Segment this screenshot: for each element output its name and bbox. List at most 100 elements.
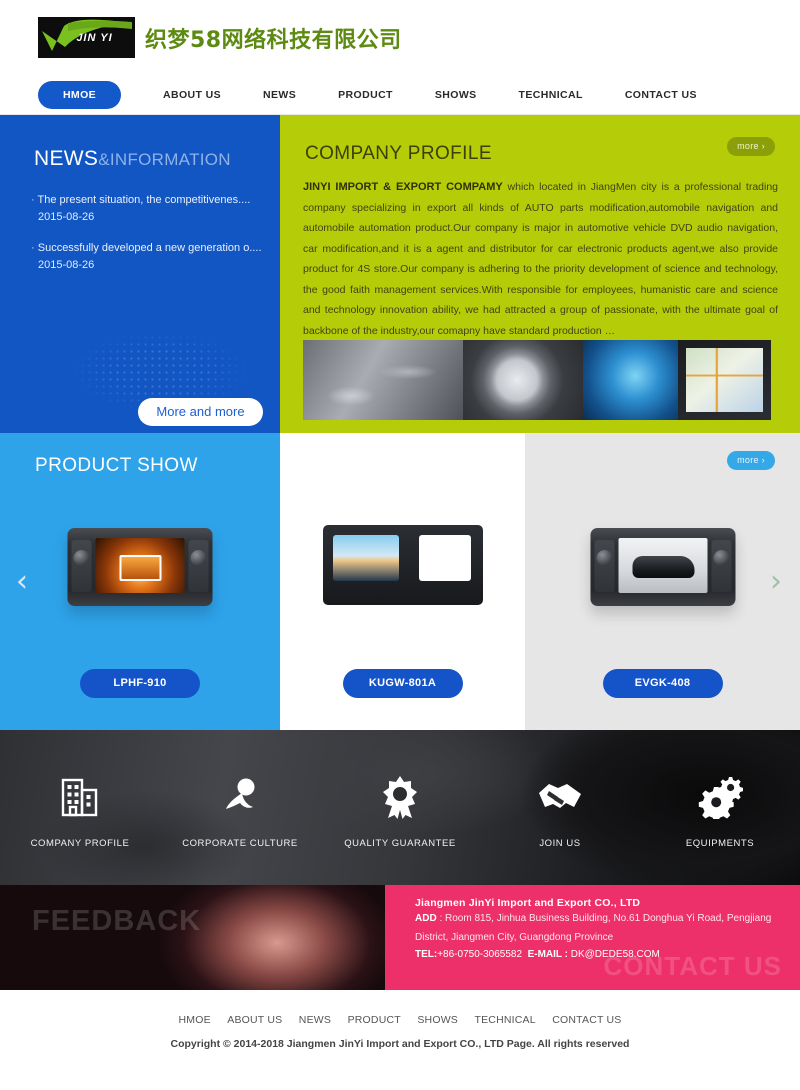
list-item[interactable]: Successfully developed a new generation … (31, 241, 280, 271)
feature-corporate-culture[interactable]: CORPORATE CULTURE (160, 772, 320, 849)
product-show-title: PRODUCT SHOW (35, 455, 198, 476)
contact-company-name: Jiangmen JinYi Import and Export CO., LT… (415, 897, 641, 909)
nav-item-contact-us[interactable]: CONTACT US (625, 89, 697, 101)
dvd-side-buttons (71, 540, 92, 592)
dvd-side-buttons (594, 540, 614, 592)
product-name-button-2[interactable]: KUGW-801A (342, 669, 463, 698)
product-card-2: KUGW-801A (280, 433, 525, 730)
contact-tel-label: TEL: (415, 949, 438, 960)
company-profile-body: which located in JiangMen city is a prof… (303, 181, 779, 337)
banner-tools-segment (303, 340, 463, 420)
building-icon (0, 772, 160, 822)
footer-nav-product[interactable]: PRODUCT (348, 1014, 401, 1026)
dvd-side-buttons (711, 540, 731, 592)
feedback-contact-row: FEEDBACK CONTACT US Jiangmen JinYi Impor… (0, 885, 800, 990)
product-show-more-button[interactable]: more › (727, 451, 775, 470)
contact-email-label: E-MAIL : (527, 949, 568, 960)
footer-navigation: HMOE ABOUT US NEWS PRODUCT SHOWS TECHNIC… (0, 1010, 800, 1028)
feature-label: EQUIPMENTS (685, 838, 755, 849)
award-ribbon-icon (320, 772, 480, 822)
feature-label: JOIN US (539, 838, 581, 849)
company-profile-banner-image (303, 340, 771, 420)
company-profile-panel: COMPANY PROFILE more › JINYI IMPORT & EX… (280, 115, 800, 433)
product-image-2 (322, 525, 483, 605)
site-footer: HMOE ABOUT US NEWS PRODUCT SHOWS TECHNIC… (0, 990, 800, 1090)
dvd-side-buttons (188, 540, 209, 592)
site-header: JIN YI 织梦58网络科技有限公司 HMOE ABOUT US NEWS P… (0, 0, 800, 115)
news-heading: NEWS&INFORMATION (34, 147, 280, 171)
dvd-knob (73, 550, 90, 566)
nav-item-product[interactable]: PRODUCT (338, 89, 393, 101)
company-profile-lead: JINYI IMPORT & EXPORT COMPAMY (303, 181, 503, 193)
news-heading-main: NEWS (34, 147, 99, 170)
nav-item-technical[interactable]: TECHNICAL (519, 89, 583, 101)
contact-address-value: : Room 815, Jinhua Business Building, No… (415, 913, 772, 943)
feature-quality-guarantee[interactable]: QUALITY GUARANTEE (320, 772, 480, 849)
contact-address: ADD : Room 815, Jinhua Business Building… (415, 909, 800, 947)
dvd-knob (596, 550, 612, 566)
feature-company-profile[interactable]: COMPANY PROFILE (0, 772, 160, 849)
footer-copyright: Copyright © 2014-2018 Jiangmen JinYi Imp… (170, 1038, 630, 1050)
news-heading-sub: &INFORMATION (98, 150, 231, 169)
features-strip: COMPANY PROFILE CORPORATE CULTURE QUALIT… (0, 730, 800, 885)
contact-tel-email: TEL:+86-0750-3065582 E-MAIL : DK@DEDE58.… (415, 949, 800, 960)
feature-label: COMPANY PROFILE (30, 838, 130, 849)
news-and-profile-row: NEWS&INFORMATION The present situation, … (0, 115, 800, 433)
contact-email-value[interactable]: DK@DEDE58.COM (571, 949, 660, 960)
company-profile-text: JINYI IMPORT & EXPORT COMPAMY which loca… (303, 177, 778, 341)
nav-item-hmoe[interactable]: HMOE (38, 81, 121, 109)
product-card-1: PRODUCT SHOW ‹ LPHF-910 (0, 433, 280, 730)
list-item[interactable]: The present situation, the competitivene… (31, 193, 280, 223)
product-name-button-1[interactable]: LPHF-910 (80, 669, 200, 698)
product-image-3 (590, 528, 735, 606)
footer-nav-news[interactable]: NEWS (299, 1014, 331, 1026)
features-list: COMPANY PROFILE CORPORATE CULTURE QUALIT… (0, 730, 800, 885)
feature-equipments[interactable]: EQUIPMENTS (640, 772, 800, 849)
banner-sensor-segment (583, 340, 678, 420)
banner-navigation-segment (678, 340, 771, 420)
dvd-panel-blank (418, 535, 471, 581)
nav-item-news[interactable]: NEWS (263, 89, 296, 101)
carousel-prev-icon[interactable]: ‹ (16, 566, 28, 597)
feature-label: CORPORATE CULTURE (182, 838, 298, 849)
carousel-next-icon[interactable]: › (770, 566, 782, 597)
dvd-screen (332, 535, 399, 581)
news-item-date: 2015-08-26 (38, 259, 95, 271)
homepage: JIN YI 织梦58网络科技有限公司 HMOE ABOUT US NEWS P… (0, 0, 800, 1090)
feedback-overlay-text: FEEDBACK (32, 905, 202, 937)
handshake-icon (480, 772, 640, 822)
product-card-3: more › › EVGK-408 (525, 433, 800, 730)
logo-mark-text: JIN YI (76, 31, 113, 44)
nav-item-shows[interactable]: SHOWS (435, 89, 477, 101)
news-item-title: Successfully developed a new generation … (31, 241, 280, 256)
footer-nav-hmoe[interactable]: HMOE (178, 1014, 210, 1026)
company-profile-more-button[interactable]: more › (727, 137, 775, 156)
contact-address-label: ADD (415, 913, 437, 924)
nav-item-about-us[interactable]: ABOUT US (163, 89, 221, 101)
news-item-date: 2015-08-26 (38, 211, 95, 223)
footer-nav-shows[interactable]: SHOWS (417, 1014, 458, 1026)
site-logo[interactable]: JIN YI 织梦58网络科技有限公司 (38, 17, 402, 58)
footer-nav-technical[interactable]: TECHNICAL (474, 1014, 535, 1026)
dvd-knob (713, 550, 729, 566)
product-name-button-3[interactable]: EVGK-408 (602, 669, 723, 698)
dvd-screen (618, 538, 707, 593)
footer-nav-about-us[interactable]: ABOUT US (227, 1014, 282, 1026)
product-show-row: PRODUCT SHOW ‹ LPHF-910 KUGW-801A more ›… (0, 433, 800, 730)
news-list: The present situation, the competitivene… (31, 193, 280, 271)
feature-join-us[interactable]: JOIN US (480, 772, 640, 849)
logo-mark-icon: JIN YI (38, 17, 135, 58)
main-navigation: HMOE ABOUT US NEWS PRODUCT SHOWS TECHNIC… (0, 75, 800, 115)
banner-wheel-segment (463, 340, 583, 420)
dvd-knob (190, 550, 207, 566)
logo-company-name: 织梦58网络科技有限公司 (145, 27, 402, 53)
news-panel: NEWS&INFORMATION The present situation, … (0, 115, 280, 433)
news-more-button[interactable]: More and more (138, 398, 263, 426)
contact-tel-value: +86-0750-3065582 (437, 949, 523, 960)
contact-panel: CONTACT US Jiangmen JinYi Import and Exp… (385, 885, 800, 990)
company-profile-title: COMPANY PROFILE (305, 143, 492, 164)
feedback-panel: FEEDBACK (0, 885, 385, 990)
news-item-title: The present situation, the competitivene… (31, 193, 280, 208)
microphone-icon (160, 772, 320, 822)
footer-nav-contact-us[interactable]: CONTACT US (552, 1014, 621, 1026)
